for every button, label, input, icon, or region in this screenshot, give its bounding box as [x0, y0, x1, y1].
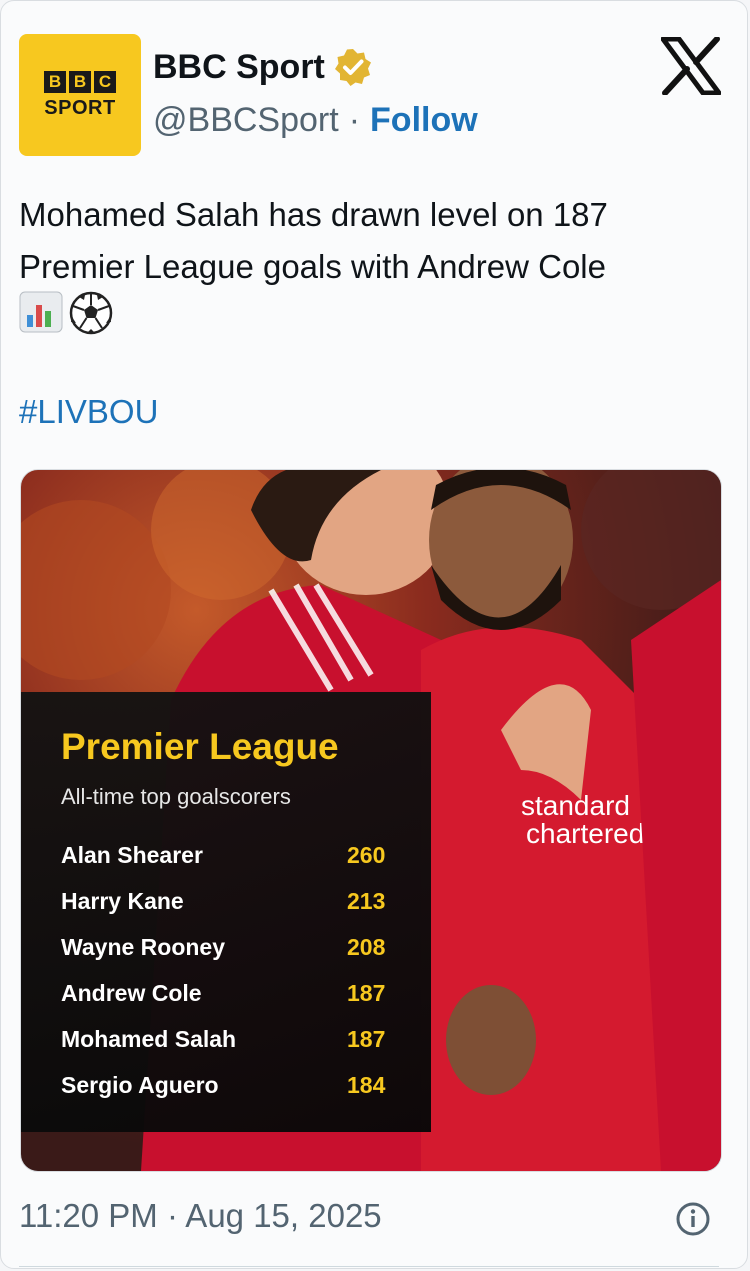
panel-subtitle: All-time top goalscorers: [61, 784, 291, 809]
scorer-goals: 187: [347, 1025, 386, 1052]
handle-separator: ·: [348, 101, 361, 139]
svg-text:standard: standard: [521, 790, 630, 821]
handle-row: @BBCSport · Follow: [153, 101, 478, 140]
scorer-row: Alan Shearer 260: [61, 832, 401, 878]
author-handle[interactable]: @BBCSport: [153, 101, 339, 140]
avatar[interactable]: B B C SPORT: [19, 34, 141, 156]
scorer-name: Andrew Cole: [61, 979, 202, 1006]
scorer-name: Alan Shearer: [61, 841, 203, 868]
author-name-row: BBC Sport: [153, 47, 373, 87]
bar-chart-emoji: [19, 291, 63, 333]
author-name[interactable]: BBC Sport: [153, 48, 325, 87]
bbc-letter: C: [94, 70, 116, 93]
scorer-row: Harry Kane 213: [61, 878, 401, 924]
svg-text:chartered: chartered: [526, 818, 644, 849]
bbc-letter: B: [69, 70, 91, 93]
bbc-logo-blocks: B B C: [44, 70, 116, 93]
stats-panel: Premier League All-time top goalscorers …: [21, 692, 431, 1132]
x-logo-icon[interactable]: [661, 37, 721, 95]
scorer-goals: 260: [347, 841, 386, 868]
scorer-row: Andrew Cole 187: [61, 970, 401, 1016]
scorer-goals: 208: [347, 933, 386, 960]
emoji-row: [19, 291, 113, 335]
scorer-name: Mohamed Salah: [61, 1025, 237, 1052]
follow-button[interactable]: Follow: [370, 101, 478, 140]
tweet-media-image[interactable]: standard chartered Premier League All-ti…: [20, 469, 722, 1172]
hashtag-link[interactable]: #LIVBOU: [19, 393, 158, 431]
tweet-timestamp[interactable]: 11:20 PM · Aug 15, 2025: [19, 1197, 382, 1235]
scorer-row: Sergio Aguero 184: [61, 1062, 401, 1108]
verified-badge-icon: [334, 49, 371, 86]
scorer-row: Wayne Rooney 208: [61, 924, 401, 970]
scorer-goals: 184: [347, 1071, 386, 1098]
bbc-letter: B: [44, 70, 66, 93]
scorer-name: Harry Kane: [61, 887, 184, 914]
soccer-ball-emoji: [69, 291, 113, 335]
panel-title: Premier League: [61, 726, 339, 767]
info-icon[interactable]: [675, 1201, 711, 1237]
scorer-name: Sergio Aguero: [61, 1071, 219, 1098]
scorer-goals: 187: [347, 979, 386, 1006]
tweet-card: B B C SPORT BBC Sport @BBCSport · Follow…: [0, 0, 748, 1269]
scorer-goals: 213: [347, 887, 386, 914]
scorer-row: Mohamed Salah 187: [61, 1016, 401, 1062]
scorer-name: Wayne Rooney: [61, 933, 226, 960]
divider: [19, 1266, 719, 1267]
avatar-sport-word: SPORT: [44, 96, 116, 119]
tweet-text: Mohamed Salah has drawn level on 187 Pre…: [19, 196, 608, 285]
scorers-table: Alan Shearer 260 Harry Kane 213 Wayne Ro…: [61, 832, 401, 1108]
